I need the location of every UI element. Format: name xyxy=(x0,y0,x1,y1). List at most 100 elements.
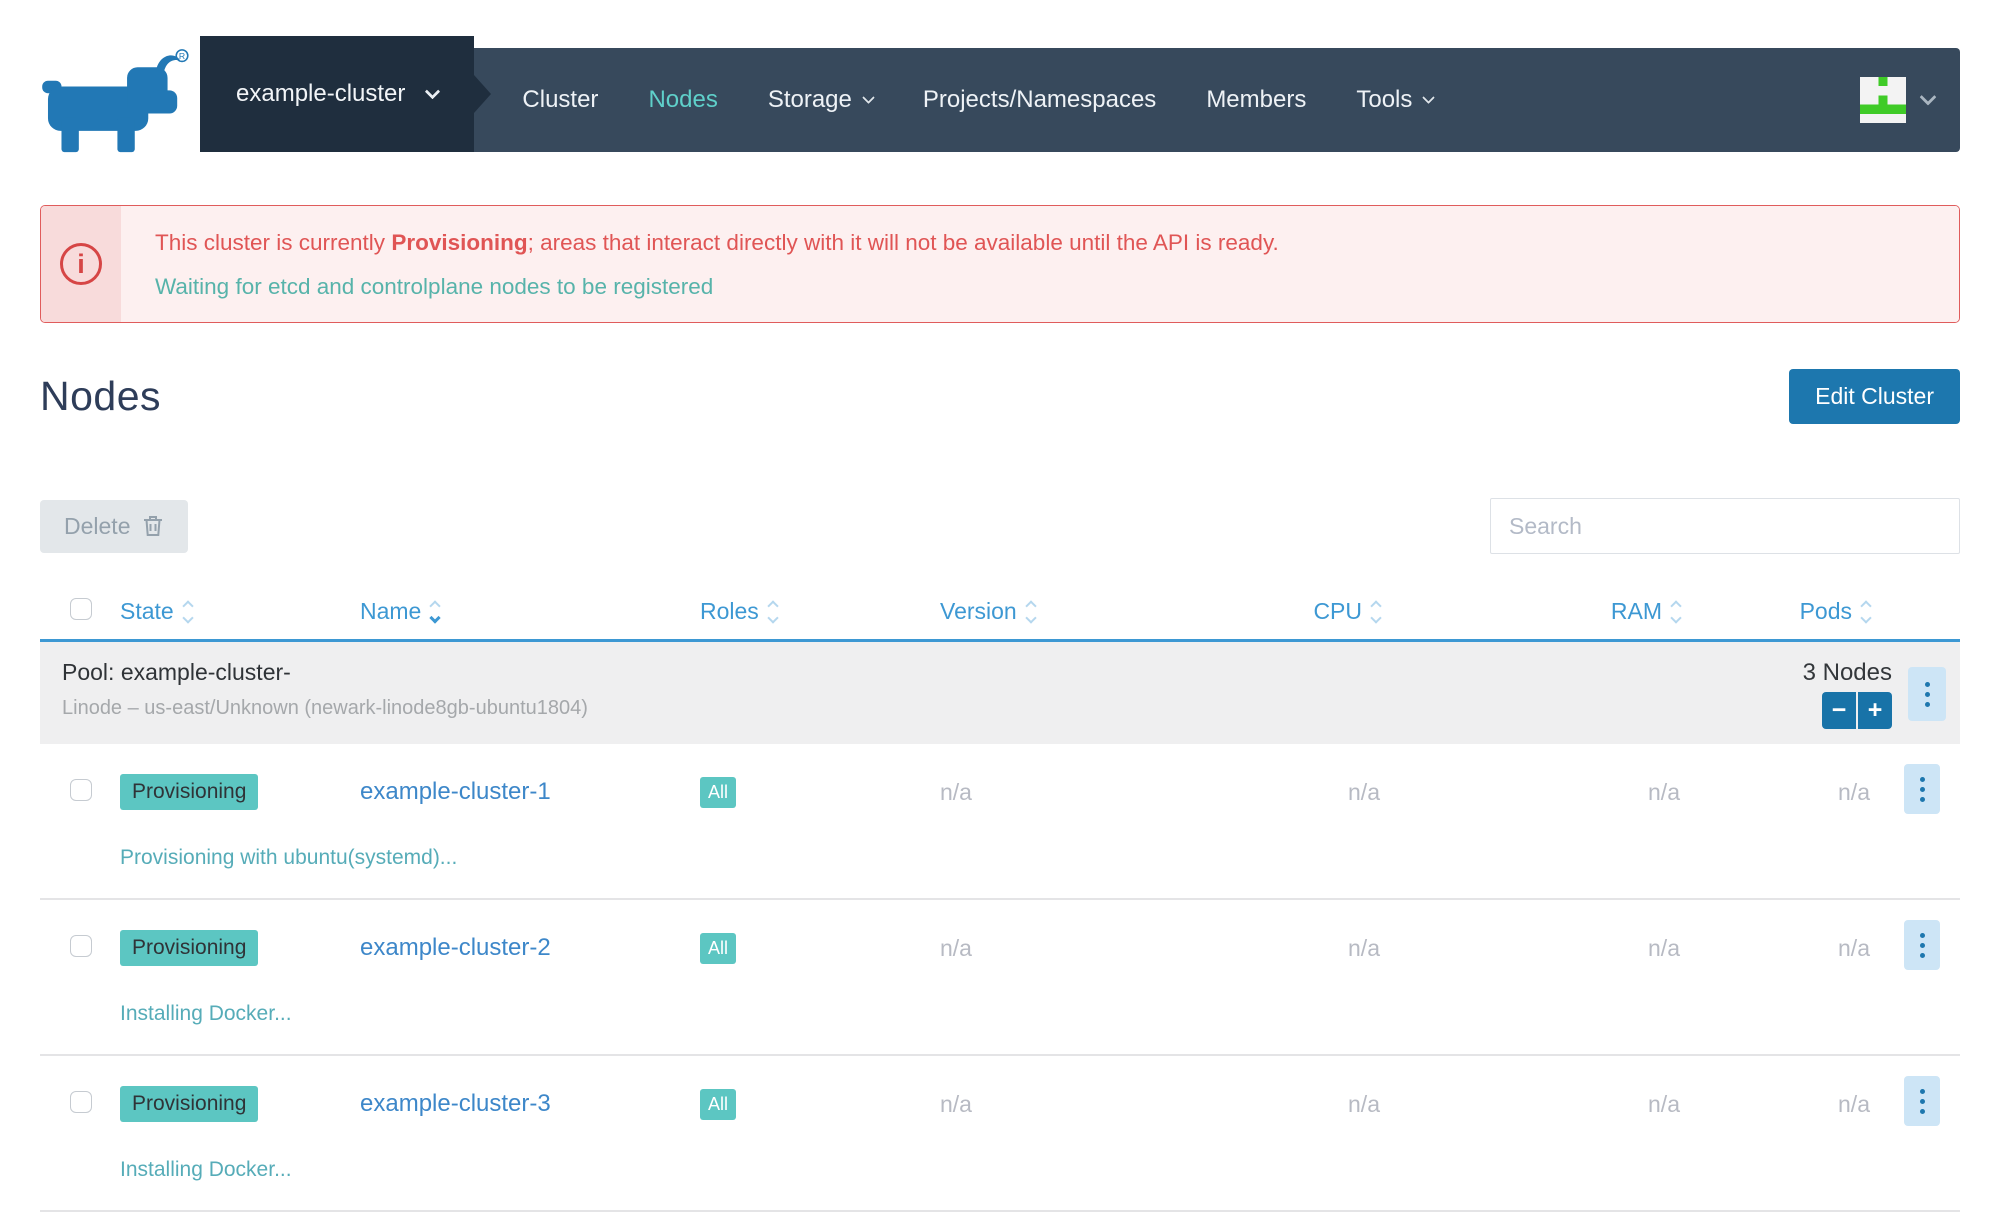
state-badge: Provisioning xyxy=(120,930,258,966)
alert-message-state: Provisioning xyxy=(391,230,527,255)
user-avatar xyxy=(1860,77,1906,123)
cluster-picker-dropdown[interactable]: example-cluster xyxy=(200,36,474,152)
pool-scale-controls: − + xyxy=(1822,692,1892,729)
column-header-label: Roles xyxy=(700,598,759,625)
kebab-dot xyxy=(1920,933,1925,938)
scale-up-button[interactable]: + xyxy=(1858,692,1892,729)
nav-item-label: Nodes xyxy=(648,86,717,114)
alert-detail: Waiting for etcd and controlplane nodes … xyxy=(155,274,1925,300)
sort-icon xyxy=(769,602,777,622)
ram-value: n/a xyxy=(1380,935,1680,962)
sort-icon xyxy=(184,602,192,622)
row-status-text: Installing Docker... xyxy=(90,1158,1960,1182)
alert-message: This cluster is currently Provisioning; … xyxy=(155,228,1925,258)
edit-cluster-button[interactable]: Edit Cluster xyxy=(1789,369,1960,424)
pods-value: n/a xyxy=(1680,779,1870,806)
scale-down-button[interactable]: − xyxy=(1822,692,1856,729)
node-name-link[interactable]: example-cluster-1 xyxy=(360,778,551,805)
nav-item-nodes[interactable]: Nodes xyxy=(648,86,717,114)
pool-menu-button[interactable] xyxy=(1908,667,1946,721)
column-header-label: Pods xyxy=(1800,598,1852,625)
alert-body: This cluster is currently Provisioning; … xyxy=(121,206,1959,322)
cpu-value: n/a xyxy=(1090,779,1380,806)
state-badge: Provisioning xyxy=(120,1086,258,1122)
row-checkbox[interactable] xyxy=(70,935,92,957)
sort-icon xyxy=(431,602,439,622)
node-name-link[interactable]: example-cluster-3 xyxy=(360,1090,551,1117)
column-header-cpu[interactable]: CPU xyxy=(1090,598,1380,625)
pods-value: n/a xyxy=(1680,1091,1870,1118)
sort-icon xyxy=(1372,602,1380,622)
row-status-text: Provisioning with ubuntu(systemd)... xyxy=(90,846,1960,870)
row-checkbox[interactable] xyxy=(70,779,92,801)
nav-item-tools[interactable]: Tools xyxy=(1356,86,1433,114)
pods-value: n/a xyxy=(1680,935,1870,962)
cluster-provisioning-alert: i This cluster is currently Provisioning… xyxy=(40,205,1960,323)
rancher-logo-icon: R xyxy=(40,46,190,159)
ram-value: n/a xyxy=(1380,1091,1680,1118)
table-toolbar: Delete xyxy=(40,498,1960,554)
sort-icon xyxy=(1027,602,1035,622)
nodes-table: State Name Roles Version CPU RAM Pods xyxy=(40,584,1960,1212)
sort-icon xyxy=(1672,602,1680,622)
kebab-dot xyxy=(1920,787,1925,792)
state-badge: Provisioning xyxy=(120,774,258,810)
ram-value: n/a xyxy=(1380,779,1680,806)
nav-item-cluster[interactable]: Cluster xyxy=(522,86,598,114)
pool-controls: 3 Nodes − + xyxy=(1803,659,1946,729)
column-header-label: Name xyxy=(360,598,421,625)
kebab-dot xyxy=(1920,777,1925,782)
row-menu-button[interactable] xyxy=(1904,1076,1940,1126)
row-menu-button[interactable] xyxy=(1904,920,1940,970)
kebab-dot xyxy=(1920,1099,1925,1104)
column-header-label: Version xyxy=(940,598,1017,625)
kebab-dot xyxy=(1920,953,1925,958)
chevron-down-icon xyxy=(1423,91,1436,104)
delete-button[interactable]: Delete xyxy=(40,500,188,553)
pool-node-count: 3 Nodes xyxy=(1803,659,1892,687)
version-value: n/a xyxy=(910,1091,1090,1118)
table-header-row: State Name Roles Version CPU RAM Pods xyxy=(40,584,1960,642)
nav-item-members[interactable]: Members xyxy=(1206,86,1306,114)
table-row: Provisioning example-cluster-2 All n/a n… xyxy=(40,900,1960,1056)
nav-item-label: Projects/Namespaces xyxy=(923,86,1156,114)
cpu-value: n/a xyxy=(1090,1091,1380,1118)
cluster-picker-label: example-cluster xyxy=(236,80,405,108)
column-header-name[interactable]: Name xyxy=(330,598,670,625)
svg-text:R: R xyxy=(179,51,185,61)
node-name-link[interactable]: example-cluster-2 xyxy=(360,934,551,961)
sort-icon xyxy=(1862,602,1870,622)
select-all-checkbox[interactable] xyxy=(70,598,92,620)
top-navbar: example-cluster Cluster Nodes Storage Pr… xyxy=(200,48,1960,152)
nav-item-label: Members xyxy=(1206,86,1306,114)
column-header-label: State xyxy=(120,598,174,625)
user-menu[interactable] xyxy=(1860,77,1934,123)
row-checkbox[interactable] xyxy=(70,1091,92,1113)
nav-item-label: Tools xyxy=(1356,86,1412,114)
kebab-dot xyxy=(1920,797,1925,802)
alert-message-prefix: This cluster is currently xyxy=(155,230,391,255)
row-menu-button[interactable] xyxy=(1904,764,1940,814)
kebab-dot xyxy=(1925,702,1930,707)
column-header-version[interactable]: Version xyxy=(910,598,1090,625)
role-badge: All xyxy=(700,777,736,808)
trash-icon xyxy=(142,514,164,538)
pool-subtitle: Linode – us-east/Unknown (newark-linode8… xyxy=(62,697,588,720)
kebab-dot xyxy=(1920,943,1925,948)
alert-icon-cell: i xyxy=(41,206,121,322)
app-header: R example-cluster Cluster Nodes Storage … xyxy=(0,0,2000,159)
search-input[interactable] xyxy=(1490,498,1960,554)
column-header-state[interactable]: State xyxy=(90,598,330,625)
nav-item-label: Cluster xyxy=(522,86,598,114)
pool-title: Pool: example-cluster- xyxy=(62,659,588,686)
kebab-dot xyxy=(1925,692,1930,697)
column-header-roles[interactable]: Roles xyxy=(670,598,910,625)
column-header-pods[interactable]: Pods xyxy=(1680,598,1870,625)
alert-message-suffix: ; areas that interact directly with it w… xyxy=(528,230,1279,255)
page-head: Nodes Edit Cluster xyxy=(40,369,1960,424)
version-value: n/a xyxy=(910,779,1090,806)
page-title: Nodes xyxy=(40,373,161,420)
column-header-ram[interactable]: RAM xyxy=(1380,598,1680,625)
nav-item-storage[interactable]: Storage xyxy=(768,86,873,114)
nav-item-projects-namespaces[interactable]: Projects/Namespaces xyxy=(923,86,1156,114)
